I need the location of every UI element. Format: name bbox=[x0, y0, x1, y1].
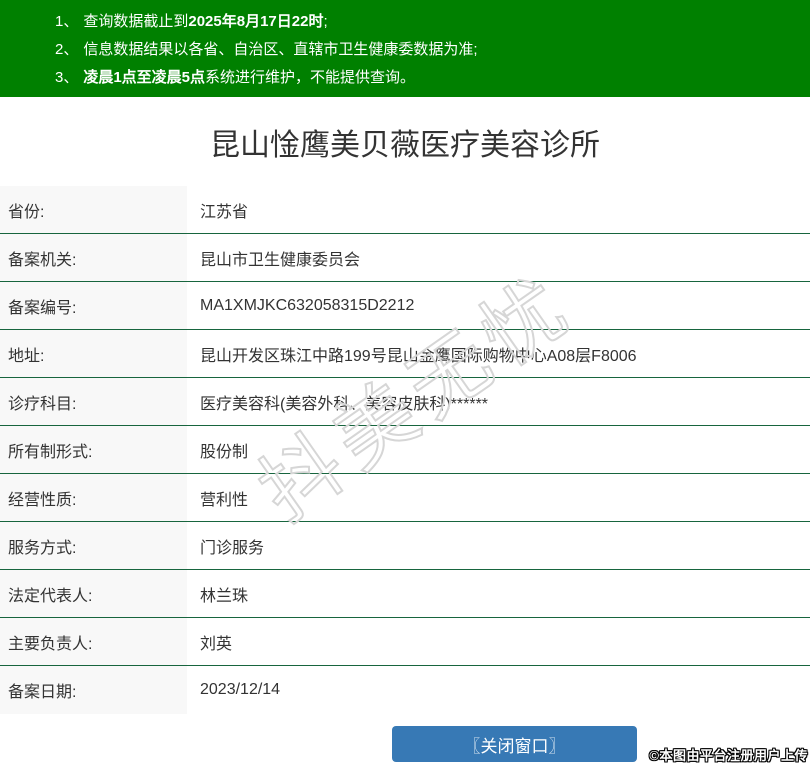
notice-text: 2025年8月17日22时 bbox=[188, 13, 324, 30]
footer: 〖关闭窗口〗 ©本图由平台注册用户上传 bbox=[0, 726, 810, 768]
notice-banner: 1、 查询数据截止到2025年8月17日22时; 2、 信息数据结果以各省、自治区、直… bbox=[0, 0, 810, 97]
row-value: MA1XMJKC632058315D2212 bbox=[187, 282, 810, 329]
row-value: 2023/12/14 bbox=[187, 666, 810, 714]
table-row: 经营性质: 营利性 bbox=[0, 474, 810, 522]
row-label: 备案日期: bbox=[0, 666, 187, 714]
notice-text: 系统进行维护，不能提供查询。 bbox=[205, 69, 416, 86]
image-disclaimer: ©本图由平台注册用户上传 bbox=[649, 748, 808, 763]
row-label: 法定代表人: bbox=[0, 570, 187, 617]
row-label: 经营性质: bbox=[0, 474, 187, 521]
table-row: 所有制形式: 股份制 bbox=[0, 426, 810, 474]
row-label: 所有制形式: bbox=[0, 426, 187, 473]
row-value: 门诊服务 bbox=[187, 522, 810, 569]
table-row: 备案日期: 2023/12/14 bbox=[0, 666, 810, 714]
row-label: 备案机关: bbox=[0, 234, 187, 281]
notice-item: 3、 凌晨1点至凌晨5点系统进行维护，不能提供查询。 bbox=[55, 64, 800, 92]
table-row: 省份: 江苏省 bbox=[0, 186, 810, 234]
row-value: 昆山市卫生健康委员会 bbox=[187, 234, 810, 281]
notice-text: ; bbox=[323, 13, 328, 30]
notice-text: 信息数据结果以各省、自治区、直辖市卫生健康委数据为准; bbox=[83, 41, 478, 58]
close-window-button[interactable]: 〖关闭窗口〗 bbox=[392, 726, 637, 762]
notice-text: 凌晨1点至凌晨5点 bbox=[83, 69, 206, 86]
info-table: 省份: 江苏省 备案机关: 昆山市卫生健康委员会 备案编号: MA1XMJKC632058… bbox=[0, 186, 810, 714]
row-value: 股份制 bbox=[187, 426, 810, 473]
table-row: 主要负责人: 刘英 bbox=[0, 618, 810, 666]
row-label: 地址: bbox=[0, 330, 187, 377]
row-label: 主要负责人: bbox=[0, 618, 187, 665]
table-row: 服务方式: 门诊服务 bbox=[0, 522, 810, 570]
notice-number: 3、 bbox=[55, 69, 79, 86]
notice-item: 1、 查询数据截止到2025年8月17日22时; bbox=[55, 8, 800, 36]
row-value: 昆山开发区珠江中路199号昆山金鹰国际购物中心A08层F8006 bbox=[187, 330, 810, 377]
row-value: 江苏省 bbox=[187, 186, 810, 233]
notice-item: 2、 信息数据结果以各省、自治区、直辖市卫生健康委数据为准; bbox=[55, 36, 800, 64]
table-row: 法定代表人: 林兰珠 bbox=[0, 570, 810, 618]
table-row: 备案机关: 昆山市卫生健康委员会 bbox=[0, 234, 810, 282]
notice-number: 2、 bbox=[55, 41, 79, 58]
table-row: 地址: 昆山开发区珠江中路199号昆山金鹰国际购物中心A08层F8006 bbox=[0, 330, 810, 378]
row-label: 服务方式: bbox=[0, 522, 187, 569]
row-label: 省份: bbox=[0, 186, 187, 233]
row-label: 备案编号: bbox=[0, 282, 187, 329]
row-value: 营利性 bbox=[187, 474, 810, 521]
row-value: 医疗美容科(美容外科、美容皮肤科)****** bbox=[187, 378, 810, 425]
row-value: 林兰珠 bbox=[187, 570, 810, 617]
page-title: 昆山惍鹰美贝薇医疗美容诊所 bbox=[210, 129, 600, 162]
notice-number: 1、 bbox=[55, 13, 79, 30]
row-label: 诊疗科目: bbox=[0, 378, 187, 425]
notice-text: 查询数据截止到 bbox=[83, 13, 189, 30]
row-value: 刘英 bbox=[187, 618, 810, 665]
table-row: 备案编号: MA1XMJKC632058315D2212 bbox=[0, 282, 810, 330]
table-row: 诊疗科目: 医疗美容科(美容外科、美容皮肤科)****** bbox=[0, 378, 810, 426]
